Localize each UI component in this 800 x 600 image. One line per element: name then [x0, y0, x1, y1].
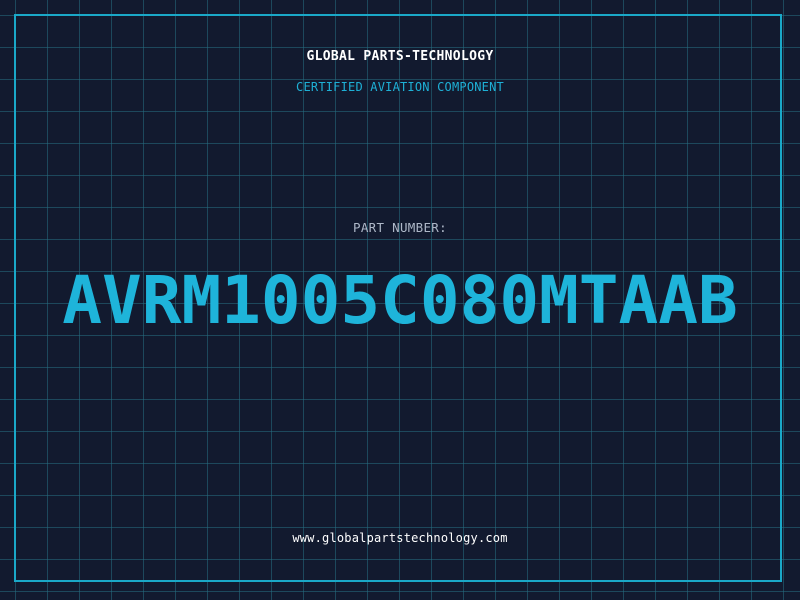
certification-subtitle: CERTIFIED AVIATION COMPONENT: [296, 80, 504, 94]
part-number-label: PART NUMBER:: [353, 220, 447, 235]
part-number-value: AVRM1005C080MTAAB: [62, 262, 738, 339]
part-card: GLOBAL PARTS-TECHNOLOGY CERTIFIED AVIATI…: [0, 0, 800, 600]
website-url[interactable]: www.globalpartstechnology.com: [0, 531, 800, 545]
company-name: GLOBAL PARTS-TECHNOLOGY: [306, 49, 494, 64]
